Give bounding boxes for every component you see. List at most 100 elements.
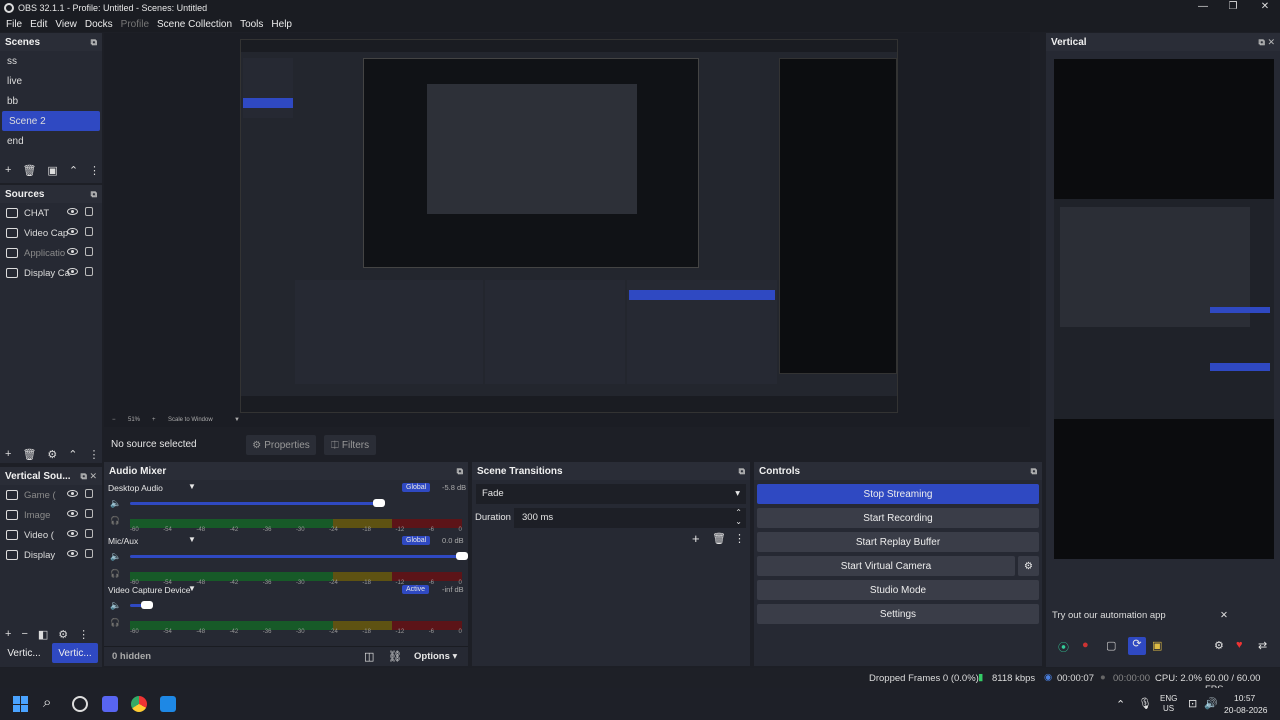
volume-icon[interactable]: 🔊 [1204,697,1218,710]
zoom-in-icon[interactable]: + [152,417,156,423]
properties-button[interactable]: ⚙ Properties [246,435,316,455]
search-icon[interactable]: ⌕ [43,694,59,711]
source-item[interactable]: CHAT [0,203,102,223]
virtual-camera-button[interactable]: Start Virtual Camera [757,556,1015,576]
gear-icon[interactable]: ⚙ [47,448,57,461]
scene-item[interactable]: end [0,131,102,151]
heart-icon[interactable]: ♥ [1236,639,1243,651]
menu-scene-collection[interactable]: Scene Collection [157,19,232,30]
stream-icon[interactable]: ⦿ [1058,639,1069,655]
menu-tools[interactable]: Tools [240,19,263,30]
network-icon[interactable]: ⊡ [1188,697,1197,710]
lock-icon[interactable] [85,549,93,558]
stop-icon[interactable]: ▢ [1106,639,1116,652]
menu-docks[interactable]: Docks [85,19,113,30]
chevron-down-icon[interactable]: ▼ [188,482,196,491]
link-icon[interactable]: ⛓ [388,650,402,663]
zoom-out-icon[interactable]: − [112,417,116,423]
close-icon[interactable]: ✕ [1250,0,1280,16]
source-item[interactable]: Display Ca [0,263,102,283]
close-icon[interactable]: ✕ [1220,610,1228,621]
clock-date[interactable]: 20-08-2026 [1224,705,1267,715]
volume-knob[interactable] [373,499,385,507]
tab-vertical-2[interactable]: Vertic... [52,643,98,663]
eye-off-icon[interactable] [67,510,78,517]
channel-badge[interactable]: Active [402,585,430,594]
add-icon[interactable]: + [5,448,11,460]
lock-icon[interactable] [85,529,93,538]
source-item[interactable]: Video ( [0,525,102,545]
layout-icon[interactable]: ◫ [364,650,374,663]
add-icon[interactable]: + [5,164,11,176]
menu-profile[interactable]: Profile [121,19,149,30]
replay-buffer-button[interactable]: Start Replay Buffer [757,532,1039,552]
close-icon[interactable]: ⧉ ✕ [81,471,97,482]
scene-item-selected[interactable]: Scene 2 [2,111,100,131]
filter-icon[interactable]: ◧ [38,628,48,641]
duration-input[interactable]: 300 ms ⌃ ⌄ [514,508,746,528]
up-icon[interactable]: ⌃ [69,164,78,177]
eye-off-icon[interactable] [67,490,78,497]
eye-icon[interactable] [67,228,78,235]
scale-select[interactable]: Scale to Window [168,417,213,423]
virtual-camera-settings-button[interactable]: ⚙ [1018,556,1039,576]
tab-vertical-1[interactable]: Vertic... [2,643,46,663]
undock-icon[interactable]: ⧉ [739,466,745,477]
undock-icon[interactable]: ⧉ [91,189,97,200]
maximize-icon[interactable]: ❐ [1218,0,1248,16]
volume-knob[interactable] [141,601,153,609]
add-icon[interactable]: + [692,531,700,546]
speaker-icon[interactable]: 🔈 [110,551,121,562]
scene-item[interactable]: ss [0,51,102,71]
eye-icon[interactable] [67,248,78,255]
trash-icon[interactable]: 🗑 [712,532,726,545]
vertical-preview[interactable] [1054,59,1274,559]
add-icon[interactable]: + [5,628,11,640]
speaker-icon[interactable]: 🔈 [110,498,121,509]
minimize-icon[interactable]: — [1188,0,1218,16]
options-button[interactable]: Options ▾ [414,651,457,662]
lang1[interactable]: ENG [1160,694,1177,703]
lock-icon[interactable] [85,247,93,256]
source-item[interactable]: Applicatio [0,243,102,263]
chrome-icon[interactable] [131,696,147,712]
chevron-down-icon[interactable]: ▼ [188,584,196,593]
scene-item[interactable]: live [0,71,102,91]
monitor-icon[interactable]: 🎧 [110,516,120,525]
more-icon[interactable]: ⇄ [1258,639,1267,652]
more-icon[interactable]: ⋮ [89,448,100,461]
virtualcam-icon[interactable]: ▣ [1152,639,1162,652]
menu-view[interactable]: View [55,19,77,30]
trash-icon[interactable]: 🗑 [22,164,36,177]
monitor-icon[interactable]: 🎧 [110,569,120,578]
chevron-down-icon[interactable]: ▼ [234,417,240,423]
remove-icon[interactable]: − [21,628,27,640]
lock-icon[interactable] [85,227,93,236]
trash-icon[interactable]: 🗑 [22,448,36,461]
more-icon[interactable]: ⋮ [78,628,89,641]
channel-badge[interactable]: Global [402,536,431,545]
lock-icon[interactable] [85,489,93,498]
lang2[interactable]: US [1163,704,1174,713]
stop-streaming-button[interactable]: Stop Streaming [757,484,1039,504]
source-item[interactable]: Image [0,505,102,525]
lock-icon[interactable] [85,207,93,216]
clock-time[interactable]: 10:57 [1234,693,1255,703]
undock-icon[interactable]: ⧉ [1031,466,1037,477]
discord-icon[interactable] [102,696,118,712]
undock-icon[interactable]: ⧉ [457,466,463,477]
channel-badge[interactable]: Global [402,483,431,492]
source-item[interactable]: Video Cap [0,223,102,243]
spin-icon[interactable]: ⌃ ⌄ [735,508,742,526]
menu-help[interactable]: Help [271,19,292,30]
transition-select[interactable]: Fade ▾ [476,484,746,504]
volume-slider[interactable] [130,552,468,560]
undock-icon[interactable]: ⧉ [91,37,97,48]
volume-slider[interactable] [130,601,153,609]
filters-button[interactable]: ⎅ Filters [324,435,376,455]
eye-icon[interactable] [67,268,78,275]
filter-icon[interactable]: ▣ [47,164,57,177]
volume-slider[interactable] [130,499,385,507]
source-item[interactable]: Display [0,545,102,565]
start-recording-button[interactable]: Start Recording [757,508,1039,528]
